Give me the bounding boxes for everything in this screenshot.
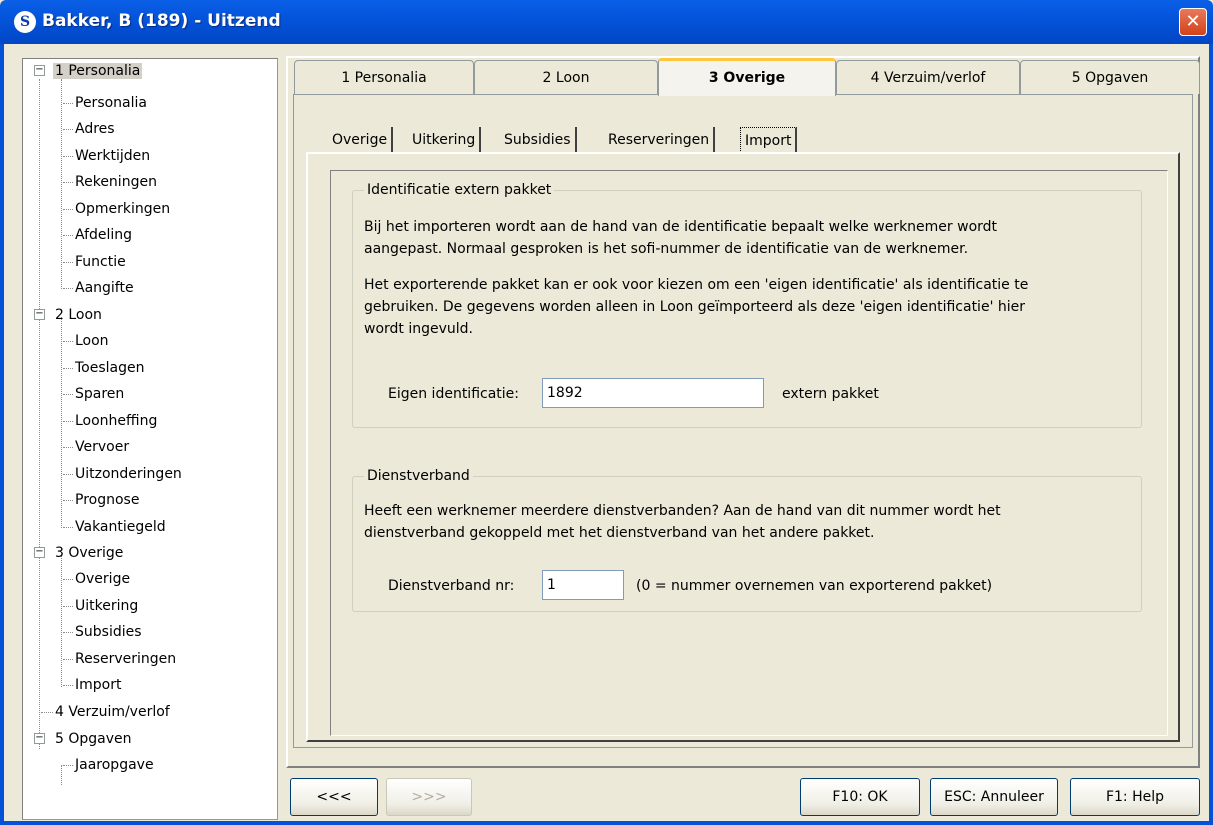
tab-verzuim-verlof[interactable]: 4 Verzuim/verlof (836, 60, 1020, 94)
help-button[interactable]: F1: Help (1070, 778, 1200, 816)
cancel-button[interactable]: ESC: Annuleer (930, 778, 1058, 816)
tree-item-import[interactable]: Import (73, 674, 123, 696)
tree-connector (39, 79, 40, 749)
tree-connector (61, 765, 62, 785)
window-title: Bakker, B (189) - Uitzend (42, 11, 281, 31)
navigation-tree[interactable]: − 1 Personalia Personalia Adres Werktijd… (22, 58, 278, 820)
tree-item-loonheffing[interactable]: Loonheffing (73, 410, 159, 432)
identificatie-text-line: gebruiken. De gegevens worden alleen in … (364, 299, 1025, 315)
collapse-icon[interactable]: − (34, 733, 45, 744)
dienstverband-text-line: dienstverband gekoppeld met het dienstve… (364, 525, 875, 541)
tree-item-2-loon[interactable]: 2 Loon (53, 304, 104, 326)
tree-connector (63, 527, 73, 528)
ok-button[interactable]: F10: OK (800, 778, 920, 816)
tree-item-subsidies[interactable]: Subsidies (73, 621, 144, 643)
previous-button[interactable]: <<< (290, 778, 378, 816)
title-bar: S Bakker, B (189) - Uitzend ✕ (0, 0, 1213, 44)
tree-item-toeslagen[interactable]: Toeslagen (73, 357, 147, 379)
close-button[interactable]: ✕ (1179, 8, 1207, 36)
tree-connector (63, 129, 73, 130)
tree-item-overige[interactable]: Overige (73, 568, 132, 590)
tree-item-jaaropgave[interactable]: Jaaropgave (73, 754, 156, 776)
subtab-reserveringen[interactable]: Reserveringen (604, 127, 716, 153)
tree-item-3-overige[interactable]: 3 Overige (53, 542, 125, 564)
tree-connector (63, 341, 73, 342)
tree-connector (63, 262, 73, 263)
tab-overige[interactable]: 3 Overige (658, 58, 836, 96)
tree-item-vakantiegeld[interactable]: Vakantiegeld (73, 516, 168, 538)
tab-personalia[interactable]: 1 Personalia (294, 60, 474, 94)
dienstverband-hint: (0 = nummer overnemen van exporterend pa… (636, 578, 993, 594)
subtab-uitkering[interactable]: Uitkering (408, 127, 482, 153)
tree-connector (61, 555, 62, 687)
tree-item-uitzonderingen[interactable]: Uitzonderingen (73, 463, 184, 485)
tree-connector (63, 103, 73, 104)
tree-connector (61, 317, 62, 528)
next-button[interactable]: >>> (386, 778, 472, 816)
identificatie-text-line: aangepast. Normaal gesproken is het sofi… (364, 241, 969, 257)
tree-item-4-verzuim-verlof[interactable]: 4 Verzuim/verlof (53, 701, 172, 723)
window-frame-right (1209, 44, 1213, 825)
identificatie-text-line: Het exporterende pakket kan er ook voor … (364, 277, 1029, 293)
tree-connector (63, 209, 73, 210)
tree-connector (63, 156, 73, 157)
tree-item-prognose[interactable]: Prognose (73, 489, 141, 511)
app-icon: S (14, 11, 36, 33)
tree-connector (63, 474, 73, 475)
tree-item-1-personalia[interactable]: 1 Personalia (53, 60, 143, 82)
tree-item-5-opgaven[interactable]: 5 Opgaven (53, 728, 134, 750)
tree-item-functie[interactable]: Functie (73, 251, 128, 273)
extern-pakket-label: extern pakket (782, 386, 879, 402)
tree-connector (63, 579, 73, 580)
group-title-dienstverband: Dienstverband (364, 467, 473, 485)
tree-item-loon[interactable]: Loon (73, 330, 111, 352)
tree-connector (63, 368, 73, 369)
tree-connector (63, 394, 73, 395)
dienstverband-nr-label: Dienstverband nr: (388, 578, 515, 594)
window-frame-left (0, 44, 4, 825)
tree-item-vervoer[interactable]: Vervoer (73, 436, 131, 458)
eigen-identificatie-label: Eigen identificatie: (388, 386, 520, 402)
tree-connector (63, 235, 73, 236)
tree-connector (63, 659, 73, 660)
tree-connector (63, 632, 73, 633)
dienstverband-nr-input[interactable]: 1 (542, 570, 624, 600)
tab-opgaven[interactable]: 5 Opgaven (1020, 60, 1200, 94)
tree-connector (63, 288, 73, 289)
tree-connector (63, 765, 73, 766)
tree-connector (63, 606, 73, 607)
window-frame-bottom (0, 821, 1213, 825)
tree-item-opmerkingen[interactable]: Opmerkingen (73, 198, 172, 220)
tree-item-adres[interactable]: Adres (73, 118, 117, 140)
tree-item-werktijden[interactable]: Werktijden (73, 145, 152, 167)
collapse-icon[interactable]: − (34, 309, 45, 320)
dienstverband-text-line: Heeft een werknemer meerdere dienstverba… (364, 503, 1001, 519)
tree-connector (61, 79, 62, 289)
tree-item-rekeningen[interactable]: Rekeningen (73, 171, 159, 193)
group-title-identificatie: Identificatie extern pakket (364, 181, 555, 199)
tree-item-uitkering[interactable]: Uitkering (73, 595, 140, 617)
subtab-overige[interactable]: Overige (328, 127, 394, 153)
tree-connector (63, 500, 73, 501)
eigen-identificatie-input[interactable]: 1892 (542, 378, 764, 408)
subtab-import[interactable]: Import (740, 127, 798, 153)
identificatie-text-line: wordt ingevuld. (364, 321, 473, 337)
tree-item-reserveringen[interactable]: Reserveringen (73, 648, 178, 670)
tree-item-sparen[interactable]: Sparen (73, 383, 126, 405)
tree-connector (63, 447, 73, 448)
tree-item-afdeling[interactable]: Afdeling (73, 224, 134, 246)
tree-connector (63, 421, 73, 422)
subtab-subsidies[interactable]: Subsidies (500, 127, 577, 153)
tab-loon[interactable]: 2 Loon (474, 60, 658, 94)
tree-connector (63, 685, 73, 686)
collapse-icon[interactable]: − (34, 65, 45, 76)
tree-connector (63, 182, 73, 183)
tree-item-personalia[interactable]: Personalia (73, 92, 149, 114)
tree-connector (41, 712, 53, 713)
identificatie-text-line: Bij het importeren wordt aan de hand van… (364, 219, 998, 235)
tree-item-aangifte[interactable]: Aangifte (73, 277, 136, 299)
collapse-icon[interactable]: − (34, 547, 45, 558)
